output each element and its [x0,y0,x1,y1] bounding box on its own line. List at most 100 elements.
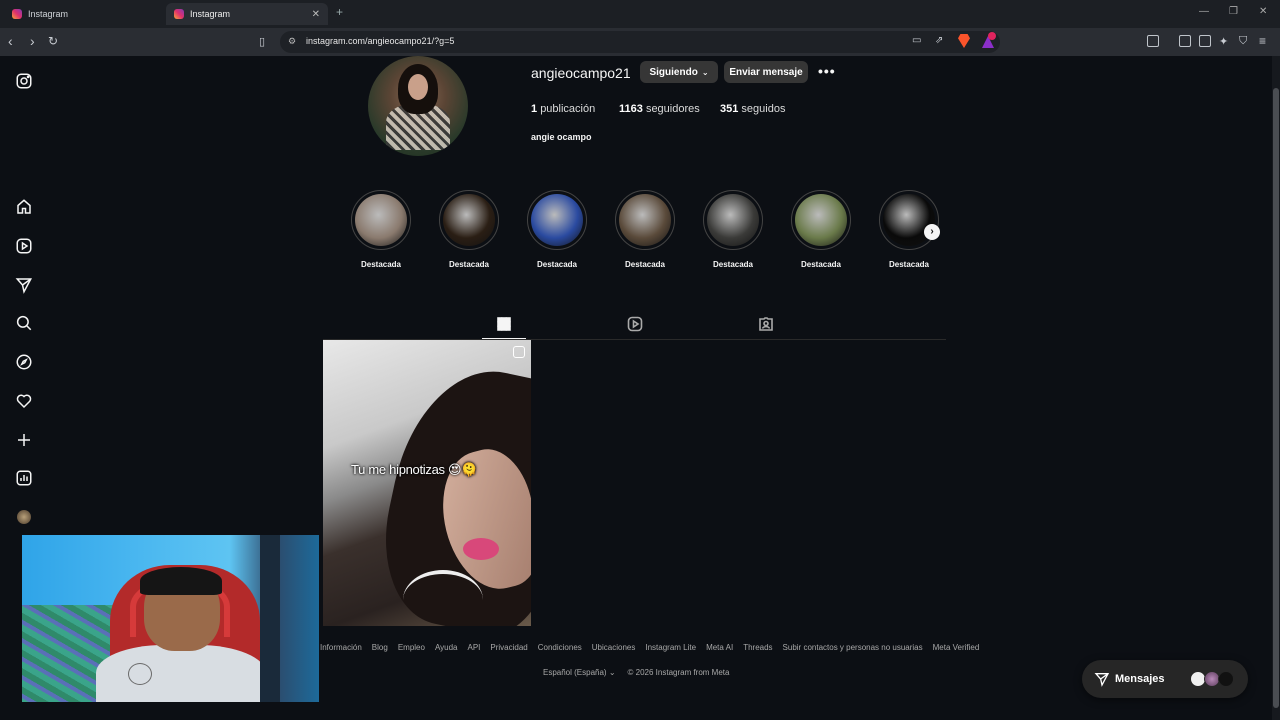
new-tab-button[interactable]: + [336,5,343,19]
footer-link[interactable]: Condiciones [538,643,582,652]
highlight-item[interactable]: Destacada [791,190,851,269]
copyright-text: © 2026 Instagram from Meta [627,668,730,677]
highlight-ring [439,190,499,250]
direct-messages-icon[interactable] [14,275,34,295]
create-plus-icon[interactable] [14,430,34,450]
highlight-label: Destacada [712,260,754,269]
dashboard-icon[interactable] [14,468,34,488]
more-options-icon[interactable]: ••• [818,63,836,79]
highlight-label: Destacada [536,260,578,269]
highlight-item[interactable]: Destacada [527,190,587,269]
footer-link[interactable]: Threads [743,643,772,652]
followers-stat[interactable]: 1163 seguidores [619,103,700,115]
instagram-logo-icon[interactable] [14,71,34,91]
highlight-label: Destacada [624,260,666,269]
site-info-icon[interactable]: ⚙ [288,36,296,47]
forward-icon[interactable]: › [30,33,35,49]
highlight-label: Destacada [448,260,490,269]
explore-icon[interactable] [14,352,34,372]
footer-link[interactable]: Meta AI [706,643,733,652]
browser-tab-active[interactable]: Instagram ✕ [166,3,328,25]
webcam-overlay [22,535,319,702]
vpn-icon[interactable]: ⛉ [1239,35,1247,48]
avatar [1218,671,1234,687]
notification-badge [988,32,996,40]
following-count: 351 [720,103,739,115]
browser-nav-bar: ‹ › ↻ ▯ ⚙ instagram.com/angieocampo21/?g… [0,28,1280,56]
active-tab-indicator [482,338,526,339]
profile-full-name: angie ocampo [531,132,592,142]
post-caption-overlay: Tu me hipnotizas 😍🫠 [351,462,478,477]
cast-icon[interactable]: ▭ [912,35,921,46]
following-button-label: Siguiendo [649,66,698,78]
profile-picture[interactable] [368,56,468,156]
highlight-cover [443,194,495,246]
highlight-cover [355,194,407,246]
highlight-item[interactable]: Destacada [703,190,763,269]
bookmark-icon[interactable]: ▯ [259,35,265,48]
search-icon[interactable] [14,313,34,333]
footer-link[interactable]: Meta Verified [933,643,980,652]
highlight-cover [795,194,847,246]
scrollbar-thumb[interactable] [1273,88,1279,708]
restore-window-icon[interactable]: ❐ [1229,6,1238,17]
wallet-icon[interactable] [1199,35,1211,47]
browser-tab[interactable]: Instagram [4,3,164,25]
following-button[interactable]: Siguiendo ⌄ [640,61,718,83]
sidebar-toggle-icon[interactable] [1179,35,1191,47]
post-thumbnail[interactable]: Tu me hipnotizas 😍🫠 [323,340,531,626]
reels-icon[interactable] [14,236,34,256]
menu-icon[interactable]: ≡ [1259,34,1266,48]
highlight-cover [707,194,759,246]
highlight-ring [879,190,939,250]
footer-link[interactable]: Empleo [398,643,425,652]
followers-label: seguidores [645,103,700,115]
back-icon[interactable]: ‹ [8,33,13,49]
instagram-favicon-icon [12,9,22,19]
tab-posts[interactable] [496,316,512,332]
followers-count: 1163 [619,103,643,115]
chevron-down-icon: ⌄ [701,67,709,77]
highlight-ring [703,190,763,250]
tab-tagged[interactable] [758,316,774,332]
profile-avatar[interactable] [17,510,31,524]
direct-messages-icon [1094,671,1110,687]
highlight-ring [791,190,851,250]
footer-link[interactable]: Privacidad [490,643,527,652]
footer-link[interactable]: Ubicaciones [592,643,636,652]
footer-link[interactable]: Instagram Lite [645,643,696,652]
tab-reels[interactable] [627,316,643,332]
minimize-window-icon[interactable]: — [1199,6,1209,17]
footer-link[interactable]: Ayuda [435,643,458,652]
footer-link[interactable]: API [467,643,480,652]
url-text: instagram.com/angieocampo21/?g=5 [306,36,455,46]
language-selector[interactable]: Español (España) ⌄ [543,668,616,677]
footer-links: Información Blog Empleo Ayuda API Privacidad C… [320,643,979,652]
highlight-cover [619,194,671,246]
following-label: seguidos [741,103,786,115]
highlight-item[interactable]: Destacada [351,190,411,269]
highlight-item[interactable]: Destacada [439,190,499,269]
posts-stat: 1 publicación [531,103,595,115]
highlights-next-icon[interactable]: › [924,224,940,240]
share-icon[interactable]: ⇗ [935,35,943,46]
footer-link[interactable]: Información [320,643,362,652]
leo-ai-icon[interactable]: ✦ [1219,35,1228,48]
address-bar[interactable]: ⚙ instagram.com/angieocampo21/?g=5 ▭ ⇗ [280,31,1000,53]
highlight-ring [527,190,587,250]
messages-button[interactable]: Mensajes [1082,660,1248,698]
tab-title: Instagram [28,9,69,19]
posts-count: 1 [531,103,538,115]
following-stat[interactable]: 351 seguidos [720,103,785,115]
close-window-icon[interactable]: ✕ [1259,6,1267,17]
footer-link[interactable]: Subir contactos y personas no usuarias [783,643,923,652]
notifications-heart-icon[interactable] [14,391,34,411]
footer-link[interactable]: Blog [372,643,388,652]
home-icon[interactable] [14,197,34,217]
reload-icon[interactable]: ↻ [48,34,58,48]
highlight-item[interactable]: Destacada [615,190,675,269]
tab-search-icon[interactable] [1147,35,1159,47]
highlight-label: Destacada [360,260,402,269]
close-tab-icon[interactable]: ✕ [312,9,320,20]
send-message-button[interactable]: Enviar mensaje [724,61,808,83]
